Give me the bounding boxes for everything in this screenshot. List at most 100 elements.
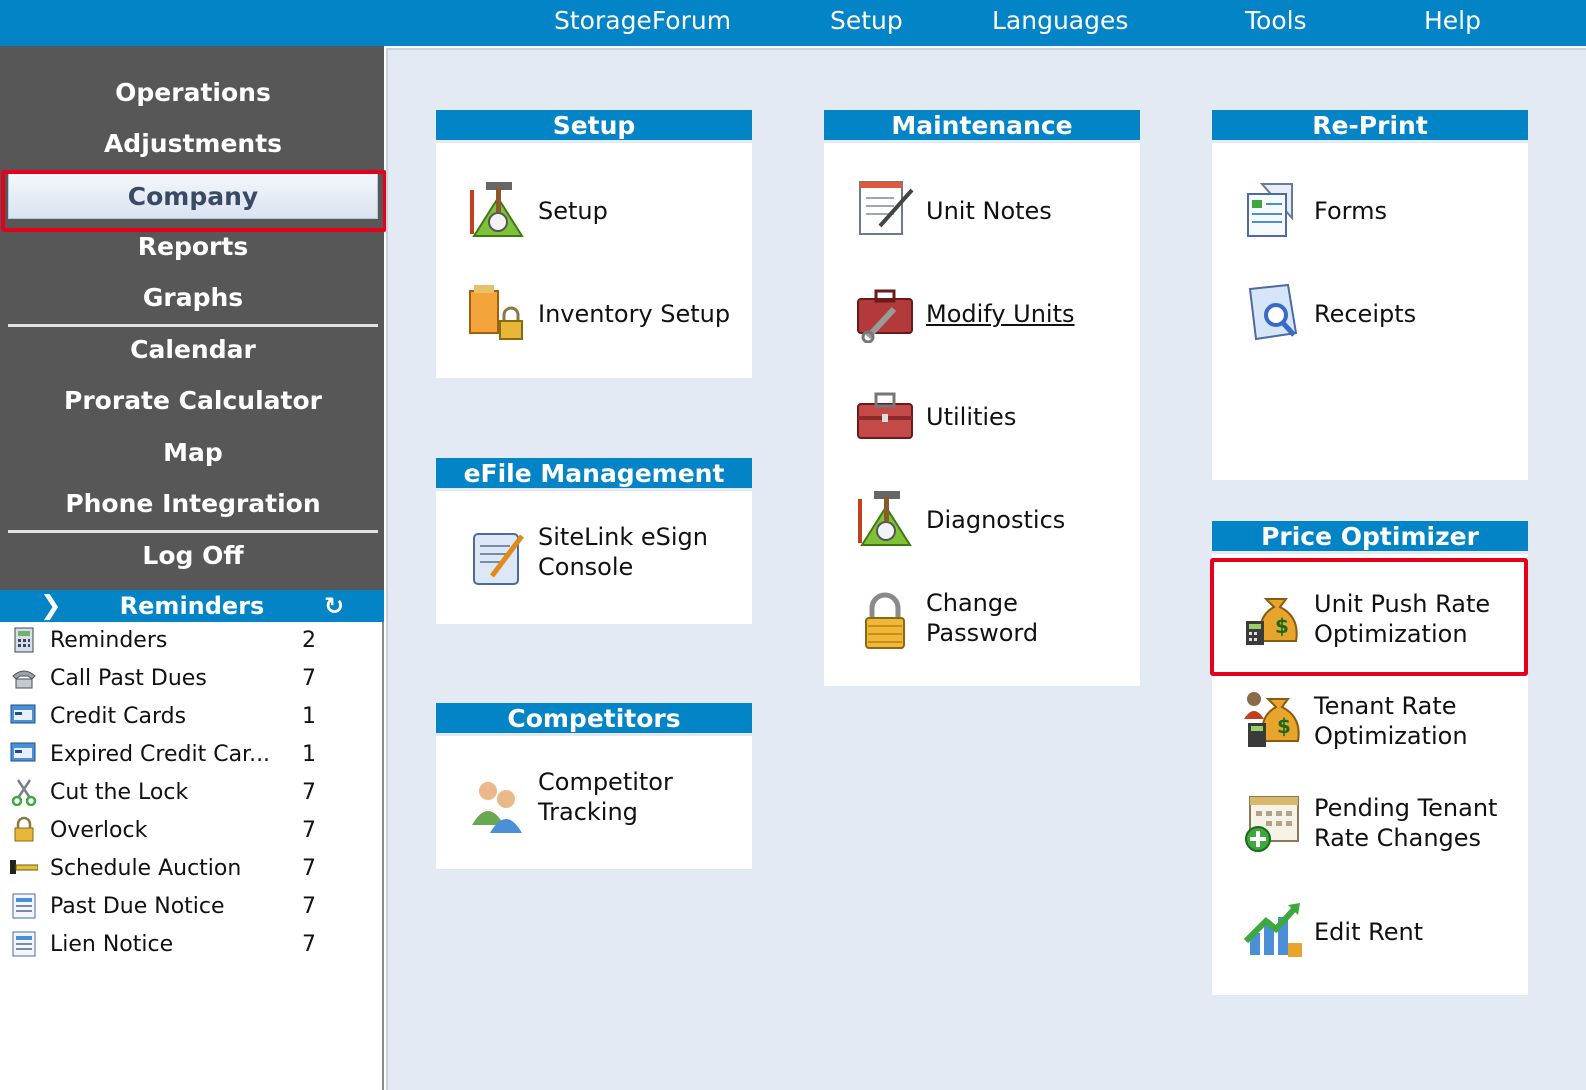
card-title: Competitors	[436, 703, 752, 736]
change-password-label-line2: Password	[926, 619, 1039, 647]
sidebar-item-adjustments[interactable]: Adjustments	[8, 121, 378, 167]
unit-push-rate-label-line2: Optimization	[1314, 620, 1468, 648]
card-title: Price Optimizer	[1212, 521, 1528, 554]
money-bag-calculator-icon: $	[1246, 598, 1298, 645]
reminder-row[interactable]: Cut the Lock 7	[0, 774, 380, 812]
telephone-icon	[12, 670, 36, 689]
reminder-row[interactable]: Credit Cards 1	[0, 698, 380, 736]
toolbox-wrench-icon	[857, 289, 913, 343]
card-title: Maintenance	[824, 110, 1140, 143]
reminder-count: 1	[302, 742, 316, 767]
card-re-print: Re-Print Forms Receipts	[1212, 110, 1528, 480]
menu-tools[interactable]: Tools	[1245, 0, 1307, 42]
card-competitors: Competitors Competitor Tracking	[436, 703, 752, 869]
sidebar-item-phone-integration[interactable]: Phone Integration	[8, 481, 378, 527]
sitelink-esign-console-link[interactable]: SiteLink eSign Console	[436, 508, 752, 618]
notice-icon	[12, 931, 36, 957]
sidebar-item-map[interactable]: Map	[8, 430, 378, 476]
gavel-icon	[10, 860, 38, 874]
reminder-count: 7	[302, 666, 316, 691]
receipts-label: Receipts	[1314, 300, 1417, 328]
competitor-tracking-label-line1: Competitor	[538, 768, 673, 796]
utilities-label: Utilities	[926, 403, 1017, 431]
reminder-label: Reminders	[50, 628, 168, 653]
padlock-icon	[14, 816, 34, 842]
notice-icon	[12, 893, 36, 919]
receipt-search-icon	[1248, 283, 1298, 341]
reminder-row[interactable]: Reminders 2	[0, 622, 380, 660]
sidebar-item-company[interactable]: Company	[8, 173, 378, 219]
refresh-icon[interactable]: ↻	[324, 590, 344, 622]
forms-link[interactable]: Forms	[1212, 170, 1528, 250]
growth-chart-icon	[1243, 903, 1302, 957]
reminder-row[interactable]: Schedule Auction 7	[0, 850, 380, 888]
unit-notes-link[interactable]: Unit Notes	[824, 170, 1140, 250]
setup-tools-icon	[470, 182, 524, 237]
reminder-count: 1	[302, 704, 316, 729]
menu-help[interactable]: Help	[1424, 0, 1481, 42]
menu-storageforum[interactable]: StorageForum	[554, 0, 731, 42]
setup-label: Setup	[538, 197, 608, 225]
utilities-link[interactable]: Utilities	[824, 376, 1140, 456]
edit-rent-link[interactable]: Edit Rent	[1212, 891, 1528, 971]
receipts-link[interactable]: Receipts	[1212, 273, 1528, 353]
notepad-pencil-icon	[859, 181, 914, 235]
reminder-count: 7	[302, 932, 316, 957]
pending-tenant-label-line1: Pending Tenant	[1314, 794, 1498, 822]
reminder-row[interactable]: Overlock 7	[0, 812, 380, 850]
sidebar-item-calendar[interactable]: Calendar	[8, 327, 378, 373]
reminder-label: Lien Notice	[50, 932, 174, 957]
sidebar-item-prorate-calculator[interactable]: Prorate Calculator	[8, 378, 378, 424]
tenant-rate-label-line1: Tenant Rate	[1314, 692, 1457, 720]
reminder-label: Expired Credit Car...	[50, 742, 271, 767]
sidebar-item-operations[interactable]: Operations	[8, 70, 378, 116]
reminders-list: Reminders 2 Call Past Dues 7 Credit Card…	[0, 622, 384, 1090]
unit-push-rate-optimization-link[interactable]: $ Unit Push Rate Optimization	[1212, 565, 1528, 665]
diagnostics-tools-icon	[858, 491, 912, 546]
change-password-label-line1: Change	[926, 589, 1018, 617]
card-title: eFile Management	[436, 458, 752, 491]
people-icon	[472, 782, 522, 833]
card-title: Re-Print	[1212, 110, 1528, 143]
reminder-row[interactable]: Past Due Notice 7	[0, 888, 380, 926]
card-maintenance: Maintenance Unit Notes Modify Units Util…	[824, 110, 1140, 686]
esign-pen-icon	[473, 533, 524, 585]
reminder-row[interactable]: Lien Notice 7	[0, 926, 380, 964]
sidebar-nav: Operations Adjustments Company Reports G…	[0, 46, 384, 590]
reminder-label: Schedule Auction	[50, 856, 242, 881]
sidebar-item-reports[interactable]: Reports	[8, 224, 378, 270]
scissors-icon	[11, 779, 37, 806]
reminder-count: 7	[302, 856, 316, 881]
reminder-count: 7	[302, 818, 316, 843]
credit-card-icon	[10, 704, 36, 724]
reminder-count: 7	[302, 780, 316, 805]
change-password-link[interactable]: Change Password	[824, 572, 1140, 672]
edit-rent-label: Edit Rent	[1314, 918, 1424, 946]
modify-units-link[interactable]: Modify Units	[824, 273, 1140, 353]
setup-link[interactable]: Setup	[436, 170, 752, 250]
svg-text:$: $	[1277, 714, 1291, 738]
card-efile-management: eFile Management SiteLink eSign Console	[436, 458, 752, 624]
diagnostics-link[interactable]: Diagnostics	[824, 479, 1140, 559]
reminder-row[interactable]: Call Past Dues 7	[0, 660, 380, 698]
sitelink-esign-label-line2: Console	[538, 553, 634, 581]
inventory-lock-icon	[469, 285, 523, 340]
diagnostics-label: Diagnostics	[926, 506, 1066, 534]
padlock-icon	[865, 592, 905, 649]
card-setup: Setup Setup Inventory Setup	[436, 110, 752, 378]
menu-setup[interactable]: Setup	[830, 0, 903, 42]
unit-push-rate-label-line1: Unit Push Rate	[1314, 590, 1491, 618]
calendar-add-icon	[1245, 796, 1299, 852]
competitor-tracking-link[interactable]: Competitor Tracking	[436, 753, 752, 863]
pending-tenant-rate-changes-link[interactable]: Pending Tenant Rate Changes	[1212, 773, 1528, 873]
reminder-count: 7	[302, 894, 316, 919]
sidebar-item-graphs[interactable]: Graphs	[8, 275, 378, 321]
inventory-setup-link[interactable]: Inventory Setup	[436, 273, 752, 353]
sidebar-item-log-off[interactable]: Log Off	[8, 533, 378, 579]
card-price-optimizer: Price Optimizer $ Unit Push Rate Optimiz…	[1212, 521, 1528, 995]
reminder-row[interactable]: Expired Credit Car... 1	[0, 736, 380, 774]
reminders-header: ❯ Reminders ↻	[0, 590, 384, 622]
reminder-count: 2	[302, 628, 316, 653]
tenant-rate-optimization-link[interactable]: $ Tenant Rate Optimization	[1212, 669, 1528, 769]
menu-languages[interactable]: Languages	[992, 0, 1128, 42]
